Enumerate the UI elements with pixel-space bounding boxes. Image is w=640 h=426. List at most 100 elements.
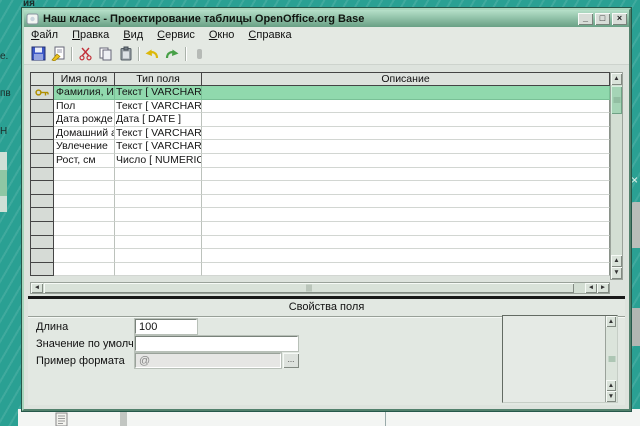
menu-item-tools[interactable]: Сервис [150,28,202,42]
table-row[interactable]: УвлечениеТекст [ VARCHAR ] [30,140,610,154]
field-name-cell[interactable] [54,249,115,263]
field-description-cell[interactable] [202,208,610,222]
cut-button[interactable] [75,45,95,63]
redo-button[interactable] [162,45,182,63]
save-button[interactable] [28,45,48,63]
row-selector[interactable] [30,249,54,263]
table-row[interactable] [30,263,610,277]
scroll-right-button[interactable]: ► [597,283,609,293]
table-row[interactable] [30,195,610,209]
table-row[interactable]: Рост, смЧисло [ NUMERIC ] [30,154,610,168]
field-type-cell[interactable] [115,263,202,277]
default-value-input[interactable] [135,336,298,351]
scroll-down-button[interactable]: ▼ [611,267,622,279]
field-name-cell[interactable] [54,222,115,236]
title-bar[interactable]: Наш класс - Проектирование таблицы OpenO… [24,10,629,27]
vertical-scrollbar-thumb[interactable] [611,86,622,114]
edit-button[interactable] [48,45,68,63]
scroll-up-button[interactable]: ▲ [611,255,622,267]
table-row[interactable] [30,222,610,236]
field-type-cell[interactable]: Текст [ VARCHAR ] [115,127,202,141]
field-name-cell[interactable]: Увлечение [54,140,115,154]
row-selector[interactable] [30,208,54,222]
field-description-cell[interactable] [202,154,610,168]
field-type-cell[interactable]: Текст [ VARCHAR ] [115,140,202,154]
field-type-cell[interactable] [115,208,202,222]
field-name-cell[interactable] [54,168,115,182]
scroll-down-button[interactable]: ▼ [606,391,616,402]
field-description-cell[interactable] [202,86,610,100]
row-selector[interactable] [30,181,54,195]
column-header-description[interactable]: Описание [202,72,610,86]
field-description-cell[interactable] [202,195,610,209]
grid-corner-cell[interactable] [30,72,54,86]
menu-item-file[interactable]: Файл [24,28,65,42]
field-type-cell[interactable]: Текст [ VARCHAR ] [115,86,202,100]
field-name-cell[interactable]: Пол [54,100,115,114]
row-selector[interactable] [30,127,54,141]
table-row[interactable] [30,168,610,182]
menu-item-view[interactable]: Вид [116,28,150,42]
row-selector[interactable] [30,222,54,236]
scroll-left-button[interactable]: ◄ [585,283,597,293]
paste-button[interactable] [115,45,135,63]
field-description-cell[interactable] [202,168,610,182]
close-button[interactable]: × [612,13,627,25]
column-header-name[interactable]: Имя поля [54,72,115,86]
row-selector[interactable] [30,113,54,127]
scroll-up-button[interactable]: ▲ [606,380,616,391]
field-name-cell[interactable] [54,195,115,209]
field-description-cell[interactable] [202,127,610,141]
row-selector[interactable] [30,154,54,168]
menu-item-help[interactable]: Справка [241,28,298,42]
undo-button[interactable] [142,45,162,63]
copy-button[interactable] [95,45,115,63]
field-description-cell[interactable] [202,263,610,277]
table-row[interactable]: Фамилия, ИТекст [ VARCHAR ] [30,86,610,100]
field-description-cell[interactable] [202,249,610,263]
scroll-left-button[interactable]: ◄ [31,283,43,293]
field-type-cell[interactable] [115,236,202,250]
field-type-cell[interactable]: Число [ NUMERIC ] [115,154,202,168]
row-selector[interactable] [30,140,54,154]
field-type-cell[interactable] [115,181,202,195]
help-scrollbar[interactable]: ▲ ▲ ▼ [605,316,617,402]
horizontal-scrollbar[interactable]: ◄ ◄ ► [30,282,610,294]
field-description-cell[interactable] [202,222,610,236]
field-name-cell[interactable] [54,263,115,277]
table-row[interactable]: ПолТекст [ VARCHAR ] [30,100,610,114]
scroll-up-button[interactable]: ▲ [611,73,622,85]
field-name-cell[interactable] [54,181,115,195]
field-description-cell[interactable] [202,100,610,114]
maximize-button[interactable]: □ [595,13,610,25]
field-name-cell[interactable]: Дата рожде [54,113,115,127]
table-row[interactable] [30,208,610,222]
table-row[interactable] [30,249,610,263]
field-name-cell[interactable]: Домашний а [54,127,115,141]
field-name-cell[interactable] [54,208,115,222]
field-type-cell[interactable] [115,195,202,209]
field-type-cell[interactable] [115,249,202,263]
format-browse-button[interactable]: ... [283,353,299,368]
field-name-cell[interactable]: Рост, см [54,154,115,168]
row-selector[interactable] [30,168,54,182]
menu-item-edit[interactable]: Правка [65,28,116,42]
row-selector[interactable] [30,100,54,114]
field-name-cell[interactable] [54,236,115,250]
table-row[interactable] [30,181,610,195]
field-type-cell[interactable]: Дата [ DATE ] [115,113,202,127]
field-description-cell[interactable] [202,236,610,250]
minimize-button[interactable]: _ [578,13,593,25]
column-header-type[interactable]: Тип поля [115,72,202,86]
field-type-cell[interactable]: Текст [ VARCHAR ] [115,100,202,114]
table-row[interactable] [30,236,610,250]
field-name-cell[interactable]: Фамилия, И [54,86,115,100]
length-input[interactable] [135,319,197,334]
field-type-cell[interactable] [115,168,202,182]
row-selector[interactable] [30,195,54,209]
menu-item-window[interactable]: Окно [202,28,242,42]
vertical-scrollbar[interactable]: ▲ ▲ ▼ [610,72,623,280]
scroll-up-button[interactable]: ▲ [606,316,616,327]
horizontal-scrollbar-thumb[interactable] [44,283,574,293]
table-row[interactable]: Дата рождеДата [ DATE ] [30,113,610,127]
